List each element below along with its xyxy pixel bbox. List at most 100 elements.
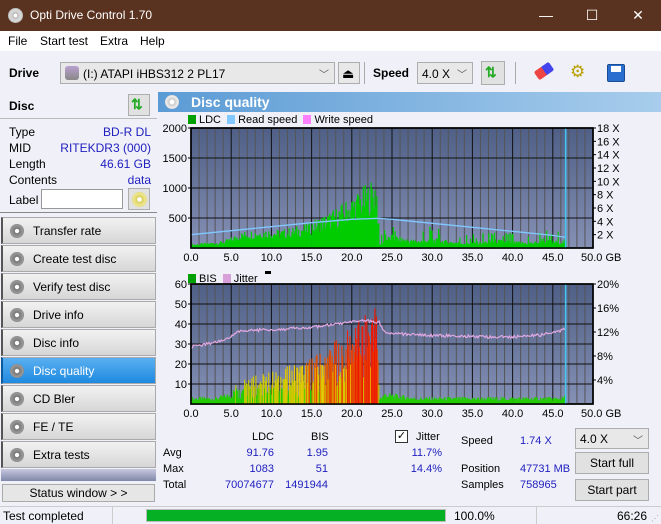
nav-extra-tests[interactable]: Extra tests (1, 441, 156, 468)
mid-label: MID (9, 141, 31, 155)
save-button[interactable] (604, 61, 628, 85)
disc-gear-icon (10, 364, 24, 378)
nav-label: Create test disc (33, 252, 117, 266)
start-part-button[interactable]: Start part (575, 479, 649, 501)
nav-disc-info[interactable]: Disc info (1, 329, 156, 356)
nav-label: FE / TE (33, 420, 74, 434)
x-tick-label: 20.0 (341, 252, 362, 264)
jitter-checkbox[interactable]: ✓ (395, 430, 408, 443)
x-tick-label: 25.0 (381, 408, 402, 420)
maximize-button[interactable]: ☐ (569, 0, 615, 31)
col-header-bis: BIS (311, 431, 329, 443)
total-label: Total (163, 479, 187, 491)
samples-value: 758965 (520, 479, 557, 491)
nav-label: Disc quality (33, 364, 95, 378)
x-tick-label: 5.0 (224, 408, 239, 420)
window-title: Opti Drive Control 1.70 (30, 8, 153, 22)
disc-gear-icon (10, 336, 24, 350)
chevron-down-icon: ﹀ (457, 70, 467, 81)
app-disc-icon (8, 8, 23, 23)
length-value: 46.61 GB (100, 157, 151, 171)
progress-percent: 100.0% (454, 509, 495, 523)
y2-tick-label: 2 X (597, 230, 614, 242)
speed-value: 4.0 X (422, 67, 451, 81)
y-tick-label: 10 (175, 379, 187, 391)
contents-value: data (127, 173, 151, 187)
contents-label: Contents (9, 173, 58, 187)
nav-disc-quality[interactable]: Disc quality (1, 357, 156, 384)
x-tick-label: 10.0 (261, 408, 282, 420)
eject-button[interactable]: ⏏ (338, 62, 360, 84)
status-window-button[interactable]: Status window > > (2, 484, 155, 502)
y-tick-label: 1000 (163, 183, 187, 195)
nav-drive-info[interactable]: Drive info (1, 301, 156, 328)
nav-cd-bler[interactable]: CD Bler (1, 385, 156, 412)
max-label: Max (163, 463, 184, 475)
avg-bis: 1.95 (306, 447, 328, 459)
y2-tick-label: 4% (597, 375, 613, 387)
menu-extra[interactable]: Extra (100, 34, 128, 48)
start-full-button[interactable]: Start full (575, 452, 649, 474)
y2-tick-label: 20% (597, 279, 619, 291)
toolbar-divider (515, 62, 516, 84)
divider (112, 507, 113, 524)
jitter-label: Jitter (416, 431, 440, 443)
x-tick-label: 30.0 (421, 252, 442, 264)
disc-gear-icon (10, 420, 24, 434)
erase-button[interactable] (532, 61, 556, 85)
samples-label: Samples (461, 479, 504, 491)
nav-create-test-disc[interactable]: Create test disc (1, 245, 156, 272)
nav-label: Transfer rate (33, 224, 102, 238)
disc-gear-icon (10, 448, 24, 462)
nav-label: CD Bler (33, 392, 76, 406)
test-speed-select[interactable]: 4.0 X ﹀ (575, 428, 649, 449)
speed-select[interactable]: 4.0 X ﹀ (417, 62, 473, 84)
x-tick-label: 50.0 GB (581, 408, 621, 420)
label-label: Label (9, 193, 39, 207)
refresh-arrows-icon: ⇅ (131, 96, 143, 112)
x-tick-label: 40.0 (502, 252, 523, 264)
menu-file[interactable]: File (8, 34, 27, 48)
settings-button[interactable]: ⚙ (567, 61, 591, 85)
nav-transfer-rate[interactable]: Transfer rate (1, 217, 156, 244)
y-tick-label: 2000 (163, 123, 187, 135)
y-tick-label: 20 (175, 359, 187, 371)
speed-label: Speed (373, 66, 410, 80)
chevron-down-icon: ﹀ (319, 70, 329, 81)
resize-grip-icon[interactable]: ⋰ (651, 514, 659, 523)
disc-refresh-button[interactable]: ⇅ (128, 94, 150, 116)
close-button[interactable]: ✕ (615, 0, 661, 31)
y-tick-label: 500 (169, 213, 187, 225)
length-label: Length (9, 157, 46, 171)
nav-label: Extra tests (33, 448, 90, 462)
legend-marker (264, 271, 271, 274)
nav-fe-te[interactable]: FE / TE (1, 413, 156, 440)
avg-ldc: 91.76 (246, 447, 274, 459)
sidebar: Disc ⇅ Type BD-R DL MID RITEKDR3 (000) L… (0, 91, 157, 506)
chevron-down-icon: ﹀ (633, 436, 643, 447)
disc-gear-icon (10, 308, 24, 322)
refresh-button[interactable]: ⇅ (481, 61, 505, 85)
menu-start-test[interactable]: Start test (40, 34, 88, 48)
test-speed-value: 4.0 X (580, 432, 609, 446)
elapsed-time: 66:26 (616, 509, 647, 523)
y2-tick-label: 12% (597, 327, 619, 339)
speed-stat-value: 1.74 X (520, 435, 552, 447)
minimize-button[interactable]: — (523, 0, 569, 31)
x-tick-label: 35.0 (462, 252, 483, 264)
drive-select[interactable]: (I:) ATAPI iHBS312 2 PL17 ﹀ (60, 62, 335, 84)
x-tick-label: 15.0 (301, 252, 322, 264)
app-window: Opti Drive Control 1.70 — ☐ ✕ File Start… (0, 0, 661, 524)
label-input[interactable] (41, 189, 123, 209)
type-label: Type (9, 125, 36, 139)
avg-label: Avg (163, 447, 182, 459)
disc-gear-icon (10, 224, 24, 238)
nav-verify-test-disc[interactable]: Verify test disc (1, 273, 156, 300)
y2-tick-label: 16% (597, 303, 619, 315)
divider (536, 507, 537, 524)
menu-help[interactable]: Help (140, 34, 165, 48)
x-tick-label: 10.0 (261, 252, 282, 264)
label-disc-button[interactable] (128, 188, 150, 210)
disc-icon (132, 192, 147, 207)
y2-tick-label: 18 X (597, 123, 620, 135)
